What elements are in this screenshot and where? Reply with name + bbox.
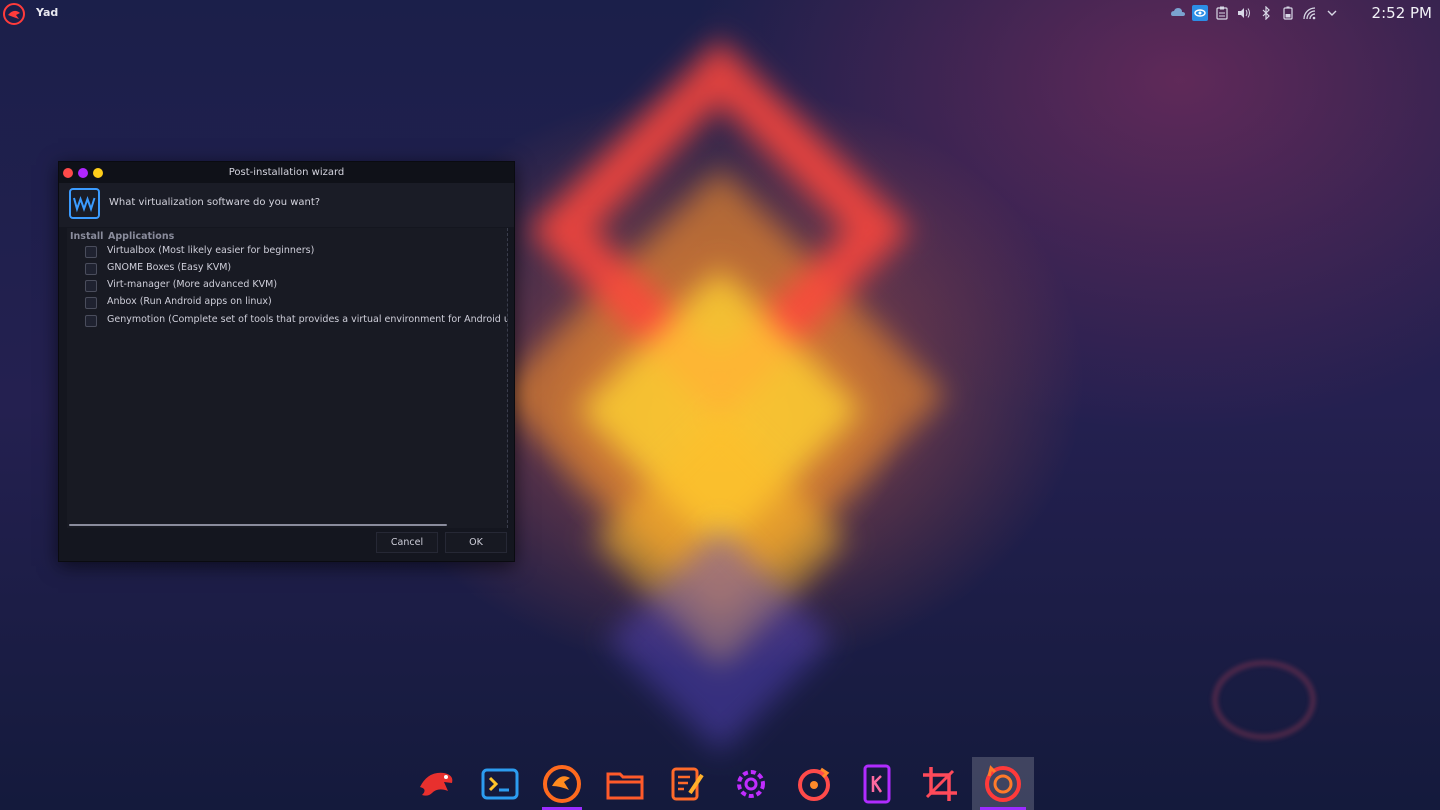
settings-icon (737, 769, 765, 798)
application-label: GNOME Boxes (Easy KVM) (107, 262, 232, 273)
bluetooth-icon[interactable] (1258, 5, 1274, 21)
dock-item-terminal[interactable] (470, 757, 530, 810)
wifi-icon[interactable] (1302, 5, 1318, 21)
window-title: Post-installation wizard (228, 167, 345, 178)
window-titlebar[interactable]: Post-installation wizard (59, 162, 514, 183)
folder-icon (606, 772, 644, 799)
dock-item-crop-tool[interactable] (910, 757, 970, 810)
dock-item-timeshift[interactable] (972, 757, 1034, 810)
application-label: Virtualbox (Most likely easier for begin… (107, 245, 315, 256)
eye-icon[interactable] (1192, 5, 1208, 21)
post-installation-wizard-window: Post-installation wizard What virtualiza… (58, 161, 515, 562)
list-item[interactable]: GNOME Boxes (Easy KVM) (67, 260, 507, 277)
list-item[interactable]: Virt-manager (More advanced KVM) (67, 277, 507, 294)
battery-icon[interactable] (1280, 5, 1296, 21)
dialog-question: What virtualization software do you want… (109, 197, 321, 208)
music-icon (798, 767, 830, 801)
install-checkbox[interactable] (85, 315, 97, 327)
application-label: Genymotion (Complete set of tools that p… (107, 314, 507, 325)
garuda-icon (420, 772, 453, 796)
dock-item-files[interactable] (595, 757, 655, 810)
horizontal-scrollbar[interactable] (69, 524, 447, 526)
dock-item-garuda[interactable] (407, 757, 467, 810)
install-checkbox[interactable] (85, 280, 97, 292)
dock-item-music[interactable] (784, 757, 844, 810)
install-checkbox[interactable] (85, 297, 97, 309)
text-editor-icon (671, 767, 704, 800)
clock[interactable]: 2:52 PM (1372, 4, 1432, 22)
install-checkbox[interactable] (85, 263, 97, 275)
active-app-name: Yad (36, 6, 59, 19)
application-label: Virt-manager (More advanced KVM) (107, 279, 278, 290)
weather-icon[interactable] (1170, 5, 1186, 21)
dock-item-text-editor[interactable] (658, 757, 718, 810)
kdeconnect-icon (863, 764, 891, 803)
column-header-install[interactable]: Install (70, 231, 103, 242)
column-header-applications[interactable]: Applications (108, 231, 174, 242)
dock-item-kdeconnect[interactable] (847, 757, 907, 810)
volume-icon[interactable] (1236, 5, 1252, 21)
install-checkbox[interactable] (85, 246, 97, 258)
firedragon-icon (543, 764, 581, 803)
list-item[interactable]: Virtualbox (Most likely easier for begin… (67, 243, 507, 260)
garuda-menu-icon[interactable] (2, 2, 26, 26)
timeshift-icon (985, 764, 1021, 802)
list-item[interactable]: Genymotion (Complete set of tools that p… (67, 312, 507, 329)
crop-icon (923, 766, 957, 801)
terminal-icon (481, 768, 519, 799)
top-panel: Yad 2:52 PM (0, 0, 1440, 28)
list-item[interactable]: Anbox (Run Android apps on linux) (67, 294, 507, 311)
dock-item-browser[interactable] (532, 757, 592, 810)
chevron-down-icon[interactable] (1324, 5, 1340, 21)
ok-button[interactable]: OK (445, 532, 507, 553)
application-label: Anbox (Run Android apps on linux) (107, 296, 272, 307)
system-tray (1170, 5, 1340, 21)
applications-list: Install Applications Virtualbox (Most li… (67, 228, 508, 528)
dock-item-settings[interactable] (721, 757, 781, 810)
clipboard-icon[interactable] (1214, 5, 1230, 21)
dock (0, 757, 1440, 810)
wallpaper-logo (1212, 660, 1316, 740)
virtualization-app-icon (69, 188, 100, 219)
cancel-button[interactable]: Cancel (376, 532, 438, 553)
